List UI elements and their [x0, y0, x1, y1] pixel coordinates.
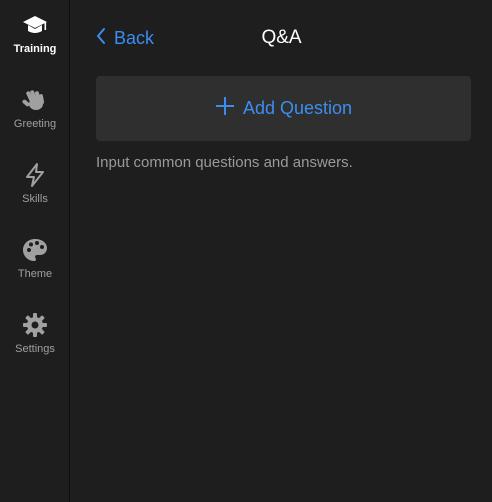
sidebar-item-theme[interactable]: Theme — [0, 235, 70, 295]
chevron-left-icon — [96, 27, 106, 50]
hint-text: Input common questions and answers. — [96, 154, 353, 171]
sidebar-item-greeting[interactable]: Greeting — [0, 85, 70, 145]
sidebar-item-label: Greeting — [13, 118, 57, 130]
sidebar-item-settings[interactable]: Settings — [0, 310, 70, 370]
palette-icon — [20, 235, 50, 265]
app-window: Training Greeting Skills Theme Settings … — [0, 0, 492, 502]
plus-icon — [215, 96, 235, 121]
add-question-label: Add Question — [242, 98, 353, 118]
back-button[interactable]: Back — [96, 26, 154, 50]
sidebar-item-label: Skills — [22, 193, 48, 205]
sidebar: Training Greeting Skills Theme Settings — [0, 0, 70, 502]
gear-icon — [20, 310, 50, 340]
add-question-button[interactable]: Add Question — [96, 76, 471, 141]
waving-hand-icon — [20, 85, 50, 115]
sidebar-item-label: Settings — [15, 343, 55, 355]
sidebar-item-training[interactable]: Training — [0, 10, 70, 70]
lightning-bolt-icon — [20, 160, 50, 190]
sidebar-item-skills[interactable]: Skills — [0, 160, 70, 220]
sidebar-item-label: Training — [13, 43, 57, 55]
graduation-cap-icon — [20, 10, 50, 40]
sidebar-item-label: Theme — [17, 268, 53, 280]
back-label: Back — [114, 27, 155, 48]
qa-panel: Back Q&A Add Question Input common quest… — [71, 0, 492, 502]
